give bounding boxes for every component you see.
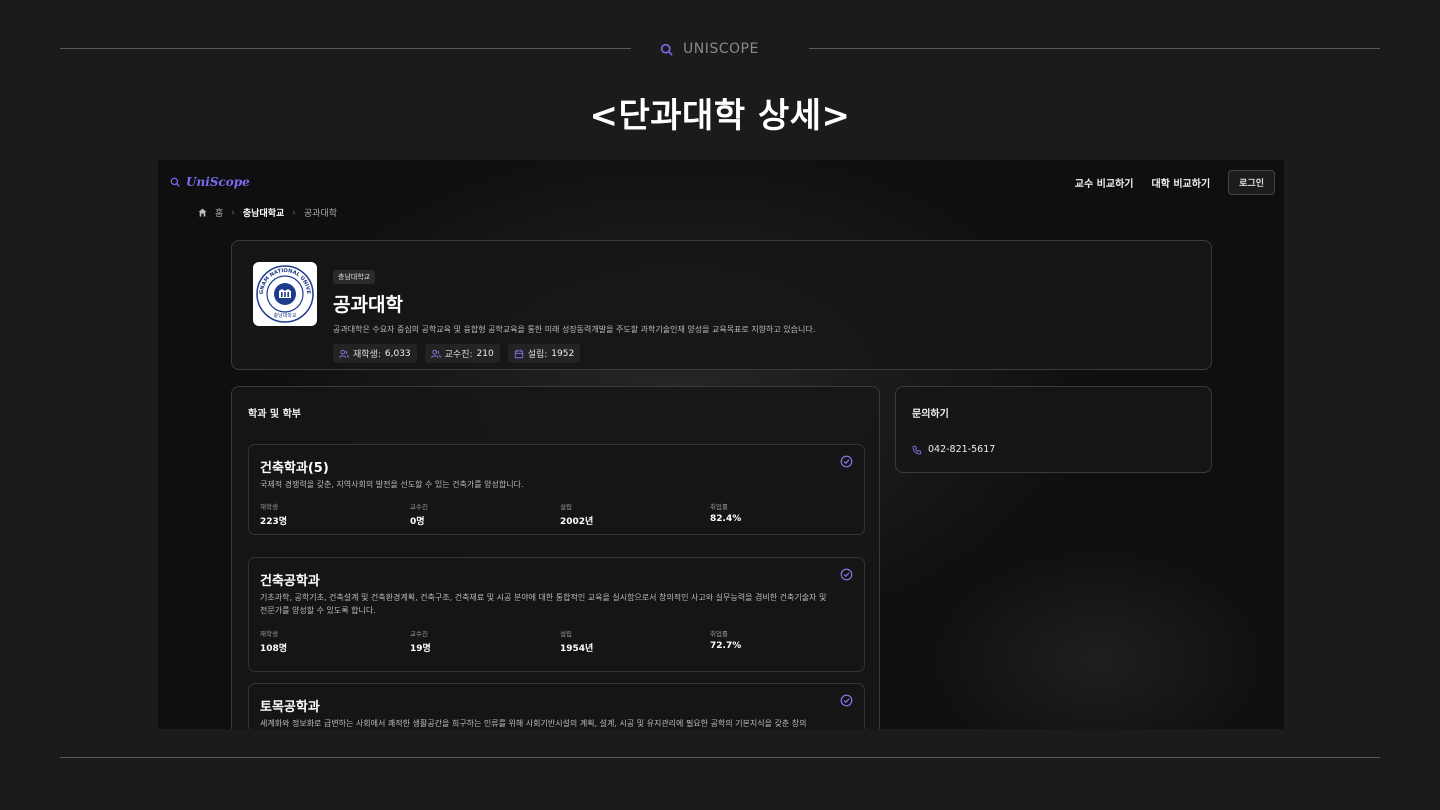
department-card[interactable]: 건축공학과 기초과학, 공학기초, 건축설계 및 건축환경계획, 건축구조, 건…	[248, 557, 865, 672]
contact-title: 문의하기	[912, 409, 949, 420]
login-button[interactable]: 로그인	[1228, 169, 1275, 195]
app-screenshot: UniScope 교수 비교하기 대학 비교하기 로그인 홈 › 충남대학교 ›…	[158, 160, 1284, 729]
stat-students: 재학생: 6,033	[333, 344, 417, 363]
metric-students: 재학생 223명	[260, 501, 410, 527]
stat-founded-label: 설립:	[527, 350, 548, 360]
department-description: 기초과학, 공학기초, 건축설계 및 건축환경계획, 건축구조, 건축재료 및 …	[260, 593, 827, 615]
nav-links: 교수 비교하기 대학 비교하기 로그인	[1075, 169, 1275, 195]
metric-label: 설립	[560, 630, 572, 638]
metric-value: 108명	[260, 644, 288, 654]
header-rule-right	[809, 48, 1380, 49]
calendar-icon	[514, 349, 523, 358]
app-logo-text: UniScope	[186, 175, 250, 189]
metric-label: 교수진	[410, 630, 428, 638]
metric-label: 재학생	[260, 630, 278, 638]
college-info: 충남대학교 공과대학 공과대학은 수요자 중심의 공학교육 및 융합형 공학교육…	[333, 264, 815, 363]
metric-employment: 취업률 72.7%	[710, 628, 860, 654]
home-icon[interactable]	[198, 208, 207, 217]
page-heading: <단과대학 상세>	[589, 96, 851, 136]
metric-faculty: 교수진 0명	[410, 501, 560, 527]
breadcrumb-university[interactable]: 충남대학교	[243, 206, 284, 219]
department-metrics: 재학생 108명 교수진 19명 설립 1954년 취업률 72.7%	[260, 628, 860, 654]
department-name: 토목공학과	[260, 700, 320, 715]
check-circle-icon	[840, 694, 853, 707]
department-description: 국제적 경쟁력을 갖춘, 지역사회의 발전을 선도할 수 있는 건축가를 양성합…	[260, 480, 524, 489]
nav-compare-universities[interactable]: 대학 비교하기	[1151, 175, 1210, 190]
college-header-card: CHUNGNAM NATIONAL UNIVERSITY 충남대학교 충남대학교…	[231, 240, 1212, 370]
metric-faculty: 교수진 19명	[410, 628, 560, 654]
app-logo[interactable]: UniScope	[170, 175, 250, 189]
check-circle-icon	[840, 568, 853, 581]
metric-value: 72.7%	[710, 641, 742, 651]
slide-brand: UNISCOPE	[660, 40, 759, 58]
stat-faculty: 교수진: 210	[424, 344, 500, 363]
users-icon	[430, 349, 441, 358]
college-stats: 재학생: 6,033 교수진: 210 설립: 1952	[333, 344, 815, 363]
contact-card: 문의하기 042-821-5617	[895, 386, 1212, 473]
metric-founded: 설립 2002년	[560, 501, 710, 527]
university-seal: CHUNGNAM NATIONAL UNIVERSITY 충남대학교	[253, 262, 317, 326]
departments-title: 학과 및 학부	[248, 409, 301, 420]
chevron-right-icon: ›	[231, 207, 235, 218]
college-name: 공과대학	[333, 294, 403, 316]
contact-phone[interactable]: 042-821-5617	[912, 444, 995, 455]
university-seal-emblem-icon: CHUNGNAM NATIONAL UNIVERSITY 충남대학교	[255, 264, 314, 323]
slide-brand-label: UNISCOPE	[683, 41, 759, 57]
breadcrumb-home[interactable]: 홈	[215, 206, 223, 219]
metric-value: 2002년	[560, 517, 594, 527]
chevron-right-icon: ›	[292, 207, 296, 218]
metric-value: 1954년	[560, 644, 594, 654]
stat-founded: 설립: 1952	[507, 344, 581, 363]
stat-founded-value: 1952	[551, 348, 575, 359]
check-circle-icon	[840, 455, 853, 468]
svg-text:충남대학교: 충남대학교	[273, 312, 296, 319]
header-rule-left	[60, 48, 631, 49]
metric-value: 19명	[410, 644, 431, 654]
search-icon	[170, 177, 180, 187]
contact-phone-number: 042-821-5617	[928, 444, 996, 455]
metric-value: 82.4%	[710, 514, 742, 524]
metric-founded: 설립 1954년	[560, 628, 710, 654]
breadcrumb-college: 공과대학	[303, 209, 338, 219]
metric-label: 설립	[560, 503, 572, 511]
top-nav: UniScope 교수 비교하기 대학 비교하기 로그인	[170, 169, 1275, 195]
metric-label: 취업률	[710, 503, 728, 511]
footer-rule	[60, 757, 1380, 758]
metric-label: 취업률	[710, 630, 728, 638]
users-icon	[339, 349, 349, 358]
metric-value: 0명	[410, 517, 425, 527]
metric-value: 223명	[260, 517, 288, 527]
metric-label: 재학생	[260, 503, 278, 511]
department-card[interactable]: 건축학과(5) 국제적 경쟁력을 갖춘, 지역사회의 발전을 선도할 수 있는 …	[248, 444, 865, 535]
department-metrics: 재학생 223명 교수진 0명 설립 2002년 취업률 82.4%	[260, 501, 860, 527]
departments-card: 학과 및 학부 건축학과(5) 국제적 경쟁력을 갖춘, 지역사회의 발전을 선…	[231, 386, 880, 729]
stat-faculty-label: 교수진:	[444, 350, 473, 360]
department-description: 세계화와 정보화로 급변하는 사회에서 쾌적한 생활공간을 희구하는 인류를 위…	[260, 719, 807, 728]
department-name: 건축공학과	[260, 574, 320, 589]
metric-label: 교수진	[410, 503, 428, 511]
breadcrumb: 홈 › 충남대학교 › 공과대학	[198, 206, 337, 219]
stat-students-value: 6,033	[384, 348, 411, 359]
search-icon	[660, 43, 673, 56]
stat-faculty-value: 210	[476, 348, 494, 359]
metric-employment: 취업률 82.4%	[710, 501, 860, 527]
college-description: 공과대학은 수요자 중심의 공학교육 및 융합형 공학교육을 통한 미래 성장동…	[333, 325, 816, 334]
nav-compare-professors[interactable]: 교수 비교하기	[1075, 175, 1134, 190]
university-tag[interactable]: 충남대학교	[333, 270, 376, 284]
department-name: 건축학과(5)	[260, 461, 329, 476]
stat-students-label: 재학생:	[353, 350, 381, 360]
department-card[interactable]: 토목공학과 세계화와 정보화로 급변하는 사회에서 쾌적한 생활공간을 희구하는…	[248, 683, 865, 729]
phone-icon	[912, 445, 922, 454]
metric-students: 재학생 108명	[260, 628, 410, 654]
